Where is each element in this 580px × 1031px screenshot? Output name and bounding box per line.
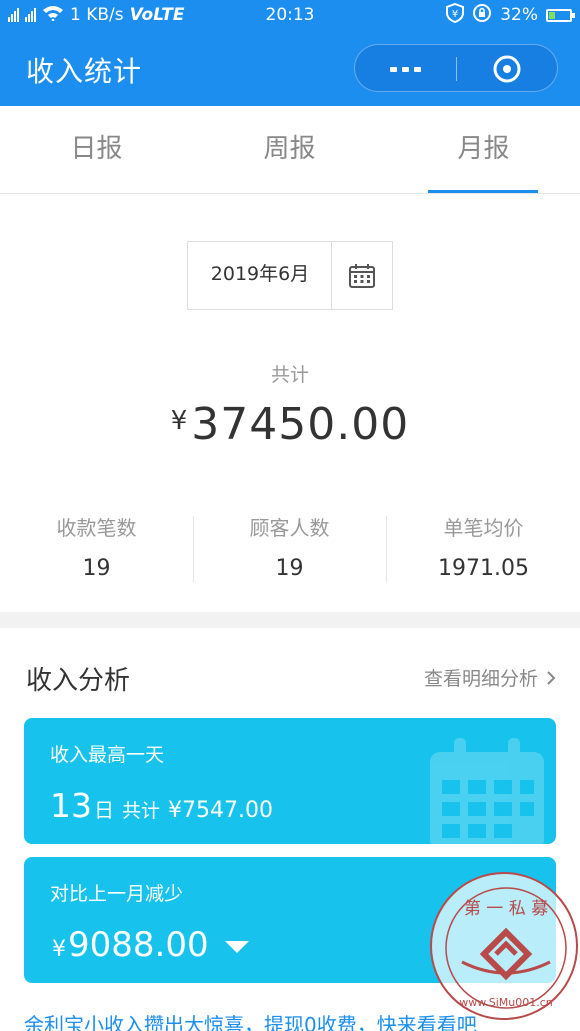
tab-weekly[interactable]: 周报: [193, 106, 386, 194]
date-picker[interactable]: 2019年6月: [187, 241, 393, 310]
currency-symbol: ¥: [52, 936, 66, 962]
view-detail-label[interactable]: 查看明细分析: [424, 664, 538, 691]
promo-link[interactable]: 余利宝小收入攒出大惊喜，提现0收费，快来看看吧: [24, 1009, 477, 1031]
summary-card: 2019年6月 共计 ¥37450.00 收款笔数 19 顾客人数 19 单笔均…: [0, 194, 580, 612]
more-dot: [402, 66, 409, 72]
stats-row: 收款笔数 19 顾客人数 19 单笔均价 1971.05: [0, 512, 580, 586]
stat-label: 收款笔数: [56, 516, 137, 540]
svg-text:¥: ¥: [452, 9, 458, 20]
close-target-icon: [493, 55, 520, 83]
page-title: 收入统计: [26, 55, 143, 88]
tab-monthly[interactable]: 月报: [387, 106, 580, 194]
total-amount-value: 37450.00: [191, 399, 410, 450]
view-detail-link[interactable]: 查看明细分析: [424, 664, 556, 691]
report-tabs: 日报 周报 月报: [0, 106, 580, 194]
calendar-button[interactable]: [332, 242, 392, 309]
lock-rotation-icon: [472, 3, 492, 28]
mini-program-capsule: [354, 44, 558, 92]
svg-text:第 一 私 募: 第 一 私 募: [464, 899, 548, 919]
status-bar: 1 KB/s VoLTE 20:13 ¥ 32%: [0, 0, 580, 30]
stat-label: 顾客人数: [249, 516, 330, 540]
highest-day-card[interactable]: 收入最高一天 13 日共计 ¥7547.00: [24, 718, 556, 844]
total-label: 共计: [270, 364, 309, 386]
section-title: 收入分析: [26, 666, 131, 696]
card-label: 收入最高一天: [50, 744, 165, 766]
stat-average: 单笔均价 1971.05: [387, 512, 580, 581]
more-dots-icon: [390, 66, 397, 72]
card-label: 对比上一月减少: [50, 883, 184, 905]
stat-transactions: 收款笔数 19: [0, 512, 193, 581]
day-unit: 日: [94, 798, 114, 822]
currency-symbol: ¥: [170, 406, 188, 436]
tab-daily[interactable]: 日报: [0, 106, 193, 194]
stat-value: 19: [82, 556, 111, 581]
stat-customers: 顾客人数 19: [193, 512, 386, 581]
more-dot: [414, 66, 421, 72]
compare-value: ¥9088.00: [52, 925, 249, 965]
sum-label: 共计: [122, 800, 161, 822]
title-bar: 收入统计: [0, 30, 580, 106]
battery-percent: 32%: [500, 5, 538, 25]
watermark-seal: 第 一 私 募 www.SiMu001.cn: [430, 872, 578, 1020]
close-button[interactable]: [456, 45, 557, 93]
stat-value: 1971.05: [438, 556, 529, 581]
svg-text:www.SiMu001.cn: www.SiMu001.cn: [459, 996, 553, 1009]
chevron-right-icon: [547, 670, 556, 685]
highest-day-sum: ¥7547.00: [168, 798, 273, 823]
calendar-icon: [349, 263, 375, 288]
battery-icon: [546, 8, 575, 22]
calendar-decoration-icon: [430, 738, 544, 844]
highest-day-value: 13 日共计 ¥7547.00: [50, 786, 273, 825]
shield-icon: ¥: [446, 2, 465, 28]
stat-value: 19: [275, 556, 304, 581]
more-button[interactable]: [355, 45, 456, 93]
stat-label: 单笔均价: [443, 516, 524, 540]
active-tab-indicator: [428, 190, 538, 193]
total-amount: ¥37450.00: [0, 399, 580, 450]
caret-down-icon: [224, 941, 249, 953]
compare-amount: 9088.00: [68, 925, 209, 965]
highest-day-number: 13: [50, 786, 92, 825]
selected-month[interactable]: 2019年6月: [188, 242, 332, 309]
